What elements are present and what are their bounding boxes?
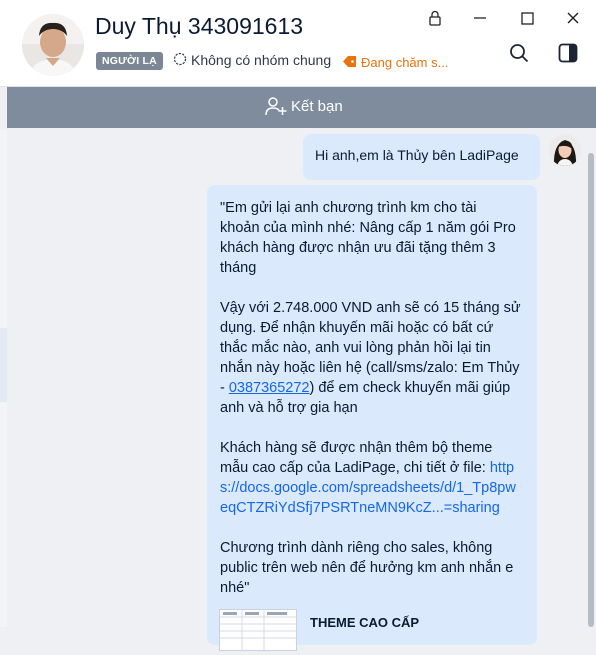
message-line: khoản của mình nhé: Nâng cấp 1 năm gói P… [220, 220, 516, 236]
message-text-fragment: ) để em check khuyến mãi giúp [309, 380, 511, 396]
minimize-icon[interactable] [465, 4, 495, 32]
url-link[interactable]: eqCTZRiYdSfj7PSRTneMN9KcZ...=sharing [220, 500, 500, 516]
message-line: - 0387365272) để em check khuyến mãi giú… [220, 380, 510, 396]
add-friend-label[interactable]: Kết bạn [291, 98, 343, 115]
message-text-fragment: - [220, 380, 229, 396]
message-line: nhé" [220, 580, 250, 596]
message-line: dụng. Để nhận khuyến mãi hoặc có bất cứ [220, 320, 494, 336]
message-bubble[interactable]: Hi anh,em là Thủy bên LadiPage [303, 134, 540, 180]
left-panel-highlight [0, 328, 7, 402]
attachment-title[interactable]: THEME CAO CẤP [310, 615, 419, 630]
message-line: public trên web nên để hưởng km anh nhắn… [220, 560, 514, 576]
mutual-groups-text: Không có nhóm chung [191, 52, 332, 68]
tag-icon[interactable] [342, 55, 357, 68]
scrollbar-thumb[interactable] [588, 153, 594, 627]
url-link[interactable]: http [490, 460, 514, 476]
search-icon[interactable] [504, 38, 534, 68]
message-line: anh và hỗ trợ gia hạn [220, 400, 358, 416]
message-line: "Em gửi lại anh chương trình km cho tài [220, 200, 477, 216]
tag-label[interactable]: Đang chăm s... [361, 55, 448, 70]
group-icon [173, 52, 187, 66]
message-line: khách hàng được nhận ưu đãi tặng thêm 3 [220, 240, 496, 256]
maximize-icon[interactable] [512, 4, 542, 32]
message-text: Hi anh,em là Thủy bên LadiPage [315, 147, 519, 163]
close-icon[interactable] [558, 4, 588, 32]
message-line: Chương trình dành riêng cho sales, không [220, 540, 493, 556]
contact-avatar[interactable] [22, 14, 84, 76]
contact-name[interactable]: Duy Thụ 343091613 [95, 13, 303, 40]
message-line: Vậy với 2.748.000 VND anh sẽ có 15 tháng… [220, 300, 521, 316]
sender-avatar[interactable] [549, 134, 581, 166]
message-line: nhắn này hoặc liên hệ (call/sms/zalo: Em… [220, 360, 520, 376]
message-line: thắc mắc nào, anh vui lòng phản hồi lại … [220, 340, 491, 356]
add-friend-icon [265, 97, 287, 116]
message-bubble[interactable]: "Em gửi lại anh chương trình km cho tài … [207, 185, 537, 651]
panel-toggle-icon[interactable] [553, 38, 583, 68]
lock-icon[interactable] [420, 4, 450, 32]
add-friend-bar[interactable]: Kết bạn [7, 87, 596, 128]
chat-header: Duy Thụ 343091613 NGƯỜI LẠ Không có nhóm… [0, 0, 596, 87]
message-line: tháng [220, 260, 257, 276]
message-line: Khách hàng sẽ được nhận thêm bộ theme [220, 440, 493, 456]
message-line: mẫu cao cấp của LadiPage, chi tiết ở fil… [220, 460, 514, 476]
stranger-badge: NGƯỜI LẠ [96, 52, 163, 70]
phone-link[interactable]: 0387365272 [229, 380, 310, 396]
message-text-fragment: mẫu cao cấp của LadiPage, chi tiết ở fil… [220, 460, 490, 476]
url-link[interactable]: s://docs.google.com/spreadsheets/d/1_Tp8… [220, 480, 516, 496]
spreadsheet-thumbnail[interactable] [219, 609, 297, 651]
